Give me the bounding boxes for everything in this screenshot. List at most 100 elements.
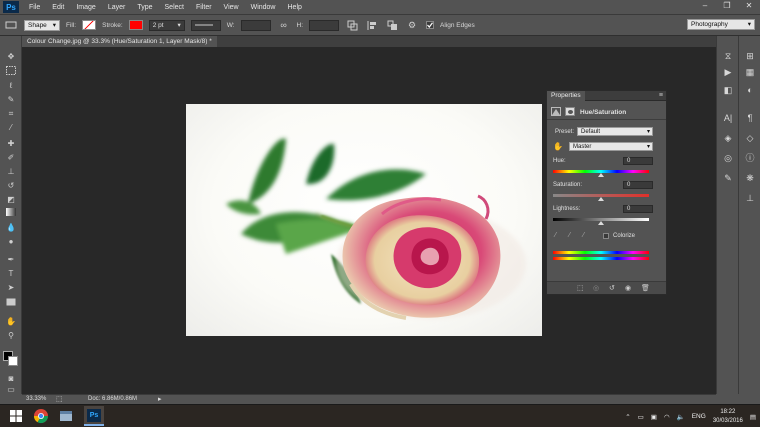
- actions-panel-icon[interactable]: ▶: [721, 66, 735, 78]
- menu-view[interactable]: View: [218, 4, 245, 11]
- path-arrangement-icon[interactable]: [385, 18, 399, 32]
- history-brush-tool-icon[interactable]: ↺: [4, 180, 18, 192]
- lightness-input[interactable]: 0: [623, 205, 653, 213]
- zoom-level[interactable]: 33.33%: [26, 396, 46, 402]
- type-tool-icon[interactable]: T: [4, 268, 18, 280]
- workspace-dropdown[interactable]: Photography ▾: [687, 19, 755, 30]
- tool-preset-icon[interactable]: [4, 18, 18, 32]
- stroke-width-field[interactable]: 2 pt ▾: [148, 19, 185, 31]
- add-eyedropper-icon[interactable]: ⁄: [569, 232, 570, 239]
- menu-edit[interactable]: Edit: [46, 4, 70, 11]
- document-tab[interactable]: Colour Change.jpg @ 33.3% (Hue/Saturatio…: [22, 36, 217, 47]
- character-panel-icon[interactable]: A|: [721, 112, 735, 124]
- height-input[interactable]: [309, 19, 340, 31]
- healing-brush-tool-icon[interactable]: ✚: [4, 138, 18, 150]
- photoshop-taskbar-icon[interactable]: Ps: [84, 406, 104, 426]
- hand-tool-icon[interactable]: ✋: [4, 316, 18, 328]
- windows-start-icon[interactable]: [8, 408, 24, 424]
- view-previous-icon[interactable]: ◎: [593, 284, 599, 292]
- chevron-up-icon[interactable]: ⌃: [625, 413, 630, 421]
- dodge-tool-icon[interactable]: ●: [4, 236, 18, 248]
- volume-icon[interactable]: 🔈: [677, 413, 685, 421]
- zoom-tool-icon[interactable]: ⚲: [4, 330, 18, 342]
- restore-button[interactable]: ❐: [716, 0, 738, 12]
- tool-presets-panel-icon[interactable]: ⊞: [743, 50, 757, 62]
- share-icon[interactable]: ⬚: [56, 395, 63, 403]
- clone-stamp-tool-icon[interactable]: ⊥: [4, 166, 18, 178]
- preset-dropdown[interactable]: Default ▾: [577, 127, 653, 136]
- blur-tool-icon[interactable]: 💧: [4, 222, 18, 234]
- stroke-swatch[interactable]: [128, 20, 143, 30]
- menu-filter[interactable]: Filter: [190, 4, 218, 11]
- navigator-panel-icon[interactable]: ◇: [743, 132, 757, 144]
- chrome-icon[interactable]: [33, 408, 49, 424]
- fill-swatch[interactable]: [82, 20, 97, 30]
- quick-selection-tool-icon[interactable]: ✎: [4, 94, 18, 106]
- gear-icon[interactable]: ⚙: [405, 18, 419, 32]
- align-edges-checkbox[interactable]: [425, 18, 434, 32]
- menu-type[interactable]: Type: [131, 4, 158, 11]
- subtract-eyedropper-icon[interactable]: ⁄: [583, 232, 584, 239]
- language-indicator[interactable]: ENG: [692, 413, 706, 420]
- menu-help[interactable]: Help: [282, 4, 308, 11]
- path-operations-icon[interactable]: [345, 18, 359, 32]
- targeted-adjustment-hand-icon[interactable]: ✋: [553, 142, 563, 151]
- brush-panel-icon[interactable]: ❋: [743, 172, 757, 184]
- menu-file[interactable]: File: [23, 4, 46, 11]
- minimize-button[interactable]: –: [694, 0, 716, 12]
- eyedropper-tool-icon[interactable]: ⁄: [4, 122, 18, 134]
- properties-tab[interactable]: Properties: [547, 91, 585, 101]
- info-panel-icon[interactable]: ⓘ: [743, 152, 757, 164]
- menu-window[interactable]: Window: [245, 4, 282, 11]
- width-input[interactable]: [240, 19, 271, 31]
- visibility-eye-icon[interactable]: ◉: [625, 284, 631, 292]
- paragraph-panel-icon[interactable]: ¶: [743, 112, 757, 124]
- color-panel-icon[interactable]: ◧: [721, 84, 735, 96]
- layers-panel-icon[interactable]: ◈: [721, 132, 735, 144]
- marquee-tool-icon[interactable]: [4, 66, 18, 78]
- close-button[interactable]: ✕: [738, 0, 760, 12]
- reset-icon[interactable]: ↺: [609, 284, 615, 292]
- quick-mask-icon[interactable]: ◙: [4, 373, 18, 385]
- saturation-input[interactable]: 0: [623, 181, 653, 189]
- clock[interactable]: 18:22 30/03/2016: [713, 408, 743, 426]
- crop-tool-icon[interactable]: ⌗: [4, 108, 18, 120]
- hue-slider-thumb[interactable]: [598, 173, 604, 177]
- canvas-area[interactable]: Properties ≡ Hue/Saturation Preset: Defa…: [22, 47, 716, 394]
- gradient-tool-icon[interactable]: [4, 208, 18, 220]
- clone-source-panel-icon[interactable]: ⊥: [743, 192, 757, 204]
- network-icon[interactable]: ▭: [638, 413, 644, 421]
- screen-mode-icon[interactable]: ▭: [4, 386, 18, 394]
- lightness-slider-thumb[interactable]: [598, 221, 604, 225]
- saturation-slider-thumb[interactable]: [598, 197, 604, 201]
- menu-layer[interactable]: Layer: [102, 4, 132, 11]
- link-icon[interactable]: ∞: [277, 18, 291, 32]
- lasso-tool-icon[interactable]: ℓ: [4, 80, 18, 92]
- eyedropper-icon[interactable]: ⁄: [555, 232, 556, 239]
- hue-input[interactable]: 0: [623, 157, 653, 165]
- rectangle-tool-icon[interactable]: [4, 298, 18, 310]
- history-panel-icon[interactable]: ⧖: [721, 50, 735, 62]
- folder-icon[interactable]: ▣: [651, 413, 657, 421]
- background-color-swatch[interactable]: [8, 356, 18, 366]
- file-explorer-icon[interactable]: [58, 408, 74, 424]
- color-swatches[interactable]: [3, 351, 19, 367]
- notifications-icon[interactable]: ▤: [750, 413, 756, 421]
- trash-icon[interactable]: 🗑: [641, 284, 650, 292]
- brush-tool-icon[interactable]: ✐: [4, 152, 18, 164]
- mask-icon[interactable]: [565, 107, 575, 116]
- panel-menu-icon[interactable]: ≡: [659, 91, 663, 101]
- clip-to-layer-icon[interactable]: ⬚: [577, 284, 584, 292]
- path-selection-tool-icon[interactable]: ➤: [4, 282, 18, 294]
- pen-tool-icon[interactable]: ✒: [4, 254, 18, 266]
- paths-panel-icon[interactable]: ✎: [721, 172, 735, 184]
- path-alignment-icon[interactable]: [365, 18, 379, 32]
- channel-dropdown[interactable]: Master ▾: [569, 142, 653, 151]
- move-tool-icon[interactable]: ✥: [4, 51, 18, 63]
- adjustments-panel-icon[interactable]: ◐: [743, 84, 757, 96]
- swatches-panel-icon[interactable]: ▦: [743, 66, 757, 78]
- document-image[interactable]: [186, 104, 542, 336]
- menu-image[interactable]: Image: [70, 4, 101, 11]
- colorize-checkbox[interactable]: [603, 233, 609, 239]
- wifi-icon[interactable]: ◠: [664, 413, 670, 421]
